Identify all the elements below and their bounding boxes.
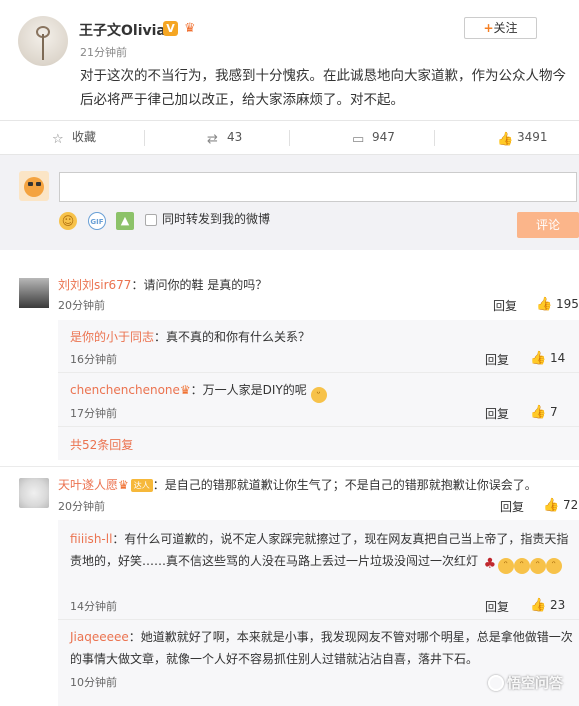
laugh-emoji-icon: ᵔ	[513, 558, 530, 574]
comment-composer: ☺ GIF ▲ 同时转发到我的微博 评论	[0, 155, 579, 250]
sub-reply-time: 16分钟前	[70, 353, 117, 366]
emoji-icon[interactable]: ☺	[59, 212, 77, 230]
devil-emoji-icon: ♣	[483, 556, 497, 572]
follow-label: 关注	[493, 21, 518, 35]
sub-reply-text: ：万一人家是DIY的呢	[190, 383, 307, 397]
sub-replier-name[interactable]: fiiiish-ll	[70, 532, 112, 546]
repost-button[interactable]: ⇄ 43	[207, 121, 242, 154]
comment-text: ：请问你的鞋 是真的吗？	[131, 278, 268, 292]
poster-avatar[interactable]	[18, 16, 68, 66]
sub-reply-like-button[interactable]: 👍 23	[530, 598, 565, 613]
comment-icon: ▭	[352, 132, 365, 147]
comment-button[interactable]: ▭ 947	[352, 121, 395, 154]
commenter-avatar[interactable]	[19, 278, 49, 308]
reply-button[interactable]: 回复	[485, 405, 509, 422]
smile-emoji-icon: ᵕ	[310, 387, 327, 403]
submit-comment-button[interactable]: 评论	[517, 212, 579, 238]
weibo-post: 王子文Olivia V ♛ 21分钟前 对于这次的不当行为，我感到十分愧疚。在此…	[0, 0, 579, 120]
member-crown-icon: ♛	[118, 478, 129, 492]
member-crown-icon: ♛	[184, 21, 196, 36]
thumbs-up-icon: 👍	[530, 598, 547, 613]
follow-button[interactable]: +关注	[464, 17, 537, 39]
thumbs-up-icon: 👍	[530, 405, 547, 420]
member-crown-icon: ♛	[179, 383, 191, 397]
sub-reply-line: Jiaqeeeee：她道歉就好了啊，本来就是小事，我发现网友不管对哪个明星，总是…	[70, 626, 576, 670]
laugh-emoji-icon: ᵔ	[497, 558, 514, 574]
divider	[144, 130, 145, 146]
divider	[58, 372, 579, 373]
gif-icon[interactable]: GIF	[88, 212, 106, 230]
post-timestamp[interactable]: 21分钟前	[80, 44, 127, 60]
post-action-bar: ☆ 收藏 ⇄ 43 ▭ 947 👍 3491	[0, 120, 579, 155]
commenter-name[interactable]: 天叶遂人愿	[58, 478, 118, 492]
divider	[0, 466, 579, 467]
favorite-button[interactable]: ☆ 收藏	[52, 121, 96, 154]
star-icon: ☆	[52, 132, 64, 147]
sub-reply-like-button[interactable]: 👍 7	[530, 405, 558, 420]
comment-like-button[interactable]: 👍 195	[536, 297, 579, 312]
sub-replier-name[interactable]: Jiaqeeeee	[70, 630, 129, 644]
thumbs-up-icon: 👍	[530, 351, 547, 366]
more-replies-link[interactable]: 共52条回复	[70, 436, 133, 453]
plus-icon: +	[483, 21, 494, 35]
post-body-text: 对于这次的不当行为，我感到十分愧疚。在此诚恳地向大家道歉，作为公众人物今后必将严…	[80, 68, 566, 108]
poster-username[interactable]: 王子文Olivia	[79, 20, 166, 40]
wukong-logo-icon	[488, 675, 504, 691]
reply-button[interactable]: 回复	[485, 598, 509, 615]
sub-reply-line: fiiiish-ll：有什么可道歉的，说不定人家踩完就擦过了，现在网友真把自己当…	[70, 528, 576, 574]
sub-reply-like-button[interactable]: 👍 14	[530, 351, 565, 366]
comment-like-button[interactable]: 👍 72	[543, 498, 578, 513]
laugh-emoji-icon: ᵔ	[529, 558, 546, 574]
comment-text: ：是自己的错那就道歉让你生气了；不是自己的错那就抱歉让你误会了。	[152, 478, 537, 492]
reply-button[interactable]: 回复	[485, 351, 509, 368]
comment-list: 刘刘刘sir677：请问你的鞋 是真的吗？ 20分钟前 回复 👍 195 是你的小…	[0, 250, 579, 706]
image-icon[interactable]: ▲	[116, 212, 134, 230]
sub-reply-text: ：她道歉就好了啊，本来就是小事，我发现网友不管对哪个明星，总是拿他做错一次的事情…	[70, 630, 573, 666]
repost-icon: ⇄	[207, 132, 218, 147]
sub-reply-time: 14分钟前	[70, 600, 117, 613]
comment-line: 刘刘刘sir677：请问你的鞋 是真的吗？	[58, 276, 267, 293]
wukong-watermark: 悟空问答	[488, 673, 563, 693]
comment-input[interactable]	[59, 172, 577, 202]
repost-checkbox-label[interactable]: 同时转发到我的微博	[162, 211, 270, 227]
comment-time: 20分钟前	[58, 500, 105, 513]
divider	[289, 130, 290, 146]
sub-reply-box: 是你的小于同志：真不真的和你有什么关系？ 16分钟前 回复 👍 14 chench…	[58, 320, 579, 460]
sub-reply-time: 10分钟前	[70, 676, 117, 689]
divider	[58, 426, 579, 427]
comment-line: 天叶遂人愿♛ 达人 ：是自己的错那就道歉让你生气了；不是自己的错那就抱歉让你误会了。	[58, 476, 537, 493]
sub-reply-line: chenchenchenone♛：万一人家是DIY的呢 ᵕ	[70, 381, 327, 403]
laugh-emoji-icon: ᵔ	[545, 558, 562, 574]
commenter-name[interactable]: 刘刘刘sir677	[58, 278, 131, 292]
divider	[434, 130, 435, 146]
sub-replier-name[interactable]: 是你的小于同志	[70, 330, 154, 344]
sub-replier-name[interactable]: chenchenchenone	[70, 383, 180, 397]
commenter-avatar[interactable]	[19, 478, 49, 508]
comment-time: 20分钟前	[58, 299, 105, 312]
sub-reply-line: 是你的小于同志：真不真的和你有什么关系？	[70, 328, 310, 345]
my-avatar[interactable]	[19, 171, 49, 201]
thumbs-up-icon: 👍	[497, 132, 514, 147]
reply-button[interactable]: 回复	[493, 297, 517, 314]
thumbs-up-icon: 👍	[536, 297, 553, 312]
thumbs-up-icon: 👍	[543, 498, 560, 513]
divider	[58, 619, 579, 620]
sub-reply-text: ：真不真的和你有什么关系？	[154, 330, 311, 344]
sub-reply-time: 17分钟前	[70, 407, 117, 420]
expert-badge: 达人	[130, 479, 153, 492]
reply-button[interactable]: 回复	[500, 498, 524, 515]
repost-checkbox[interactable]	[145, 214, 157, 226]
verified-badge-icon: V	[163, 21, 178, 36]
like-button[interactable]: 👍 3491	[497, 121, 548, 154]
